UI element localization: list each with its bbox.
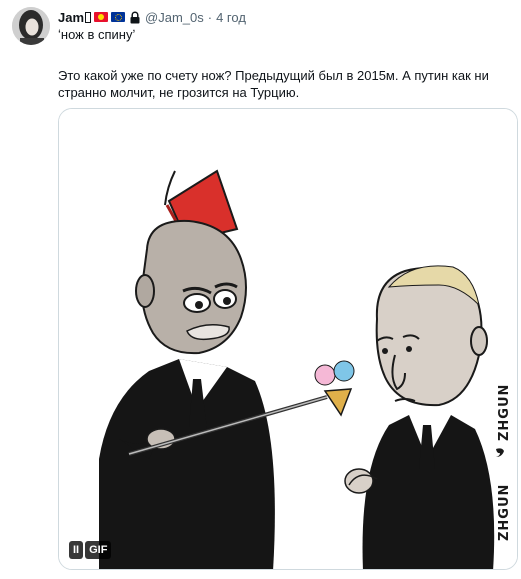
gif-controls: II GIF bbox=[69, 541, 112, 559]
pause-button[interactable]: II bbox=[69, 541, 84, 559]
eu-flag-icon bbox=[111, 12, 126, 22]
watermark-top: ZHGUN bbox=[497, 383, 512, 441]
tweet-header: Jam @Jam_0s · 4 год bbox=[58, 8, 246, 26]
kyrgyzstan-flag-icon bbox=[94, 12, 109, 22]
tweet: Jam @Jam_0s · 4 год ʻнож в спинуʼ Это ка… bbox=[0, 0, 521, 579]
gif-badge[interactable]: GIF bbox=[85, 541, 112, 559]
tweet-text: Это какой уже по счету нож? Предыдущий б… bbox=[58, 68, 489, 100]
lock-icon bbox=[130, 11, 140, 23]
author-handle[interactable]: @Jam_0s bbox=[145, 10, 204, 25]
author-name[interactable]: Jam bbox=[58, 10, 84, 25]
unknown-glyph-icon bbox=[85, 11, 92, 23]
cartoon-illustration bbox=[59, 109, 517, 569]
tweet-media-gif[interactable]: ZHGUN ZHGUN II GIF bbox=[58, 108, 518, 570]
tweet-quote: ʻнож в спинуʼ bbox=[58, 27, 136, 42]
timestamp[interactable]: 4 год bbox=[216, 10, 246, 25]
watermark-bottom: ZHGUN bbox=[497, 483, 512, 541]
separator-dot: · bbox=[207, 9, 213, 25]
avatar[interactable] bbox=[12, 7, 50, 45]
